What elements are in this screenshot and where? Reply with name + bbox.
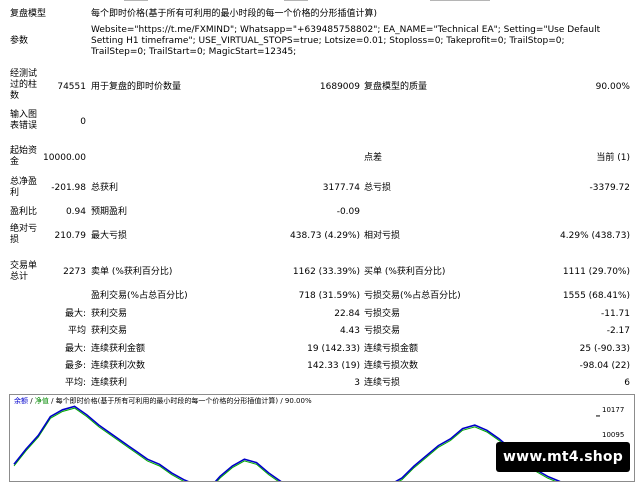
most-consecutive-loss-value: -98.04 (22) <box>579 361 630 371</box>
total-trades-value: 2273 <box>63 267 86 277</box>
loss-trades-label: 亏损交易(%占总百分比) <box>364 291 461 301</box>
largest-prefix: 最大: <box>64 309 86 319</box>
ticks-label: 用于复盘的即时价数量 <box>91 82 182 92</box>
short-positions-label: 卖单 (%获利百分比) <box>91 267 173 277</box>
absolute-drawdown-value: 210.79 <box>54 231 87 241</box>
total-trades-label: 交易单总计 <box>10 261 38 282</box>
model-value: 每个即时价格(基于所有可利用的最小时段的每一个价格的分形插值计算) <box>91 9 378 19</box>
quality-label: 复盘模型的质量 <box>364 82 428 92</box>
gross-profit-value: 3177.74 <box>322 183 360 193</box>
average-profit-value: 4.43 <box>339 326 360 336</box>
deposit-value: 10000.00 <box>43 153 86 163</box>
gross-profit-label: 总获利 <box>91 183 119 193</box>
largest-profit-label: 获利交易 <box>91 309 128 319</box>
max-consecutive-wins-label: 连续获利金额 <box>91 344 146 354</box>
watermark-badge: www.mt4.shop <box>496 442 630 472</box>
gross-loss-value: -3379.72 <box>589 183 630 193</box>
expected-payoff-value: -0.09 <box>336 207 360 217</box>
net-profit-value: -201.98 <box>51 183 86 193</box>
profit-trades-label: 盈利交易(%占总百分比) <box>91 291 188 301</box>
average-consecutive-wins-label: 连续获利 <box>91 378 128 388</box>
long-positions-label: 买单 (%获利百分比) <box>364 267 446 277</box>
params-value: Website="https://t.me/FXMIND"; Whatsapp=… <box>91 25 601 57</box>
bars-value: 74551 <box>57 82 86 92</box>
max-drawdown-label: 最大亏损 <box>91 231 128 241</box>
most-consecutive-profit-label: 连续获利次数 <box>91 361 146 371</box>
average-consecutive-losses-value: 6 <box>624 378 630 388</box>
params-label: 参数 <box>10 36 29 46</box>
average-loss-label: 亏损交易 <box>364 326 401 336</box>
max-consecutive-losses-label: 连续亏损金额 <box>364 344 419 354</box>
average-profit-label: 获利交易 <box>91 326 128 336</box>
average-prefix: 平均 <box>67 326 86 336</box>
most-consecutive-loss-label: 连续亏损次数 <box>364 361 419 371</box>
errors-label: 输入图表错误 <box>10 110 38 131</box>
max-consecutive-prefix: 最大: <box>64 344 86 354</box>
model-label: 复盘模型 <box>10 9 47 19</box>
relative-drawdown-value: 4.29% (438.73) <box>560 231 630 241</box>
spread-value: 当前 (1) <box>596 153 630 163</box>
max-drawdown-value: 438.73 (4.29%) <box>290 231 360 241</box>
top-strip <box>0 0 640 3</box>
long-positions-value: 1111 (29.70%) <box>562 267 630 277</box>
ticks-value: 1689009 <box>319 82 360 92</box>
average-consecutive-prefix: 平均: <box>64 378 86 388</box>
errors-value: 0 <box>80 117 86 127</box>
profit-factor-value: 0.94 <box>65 207 86 217</box>
expected-payoff-label: 预期盈利 <box>91 207 128 217</box>
average-loss-value: -2.17 <box>606 326 630 336</box>
gross-loss-label: 总亏损 <box>364 183 392 193</box>
largest-loss-value: -11.71 <box>600 309 630 319</box>
bars-label: 经测试过的柱数 <box>10 69 38 101</box>
loss-trades-value: 1555 (68.41%) <box>562 291 630 301</box>
average-consecutive-losses-label: 连续亏损 <box>364 378 401 388</box>
quality-value: 90.00% <box>595 82 630 92</box>
short-positions-value: 1162 (33.39%) <box>292 267 360 277</box>
profit-trades-value: 718 (31.59%) <box>298 291 360 301</box>
profit-factor-label: 盈利比 <box>10 207 38 217</box>
relative-drawdown-label: 相对亏损 <box>364 231 401 241</box>
largest-loss-label: 亏损交易 <box>364 309 401 319</box>
average-consecutive-wins-value: 3 <box>354 378 360 388</box>
max-consecutive-wins-value: 19 (142.33) <box>307 344 360 354</box>
most-consecutive-profit-value: 142.33 (19) <box>307 361 360 371</box>
max-consecutive-losses-value: 25 (-90.33) <box>579 344 630 354</box>
most-prefix: 最多: <box>64 361 86 371</box>
largest-profit-value: 22.84 <box>334 309 360 319</box>
spread-label: 点差 <box>364 153 383 163</box>
